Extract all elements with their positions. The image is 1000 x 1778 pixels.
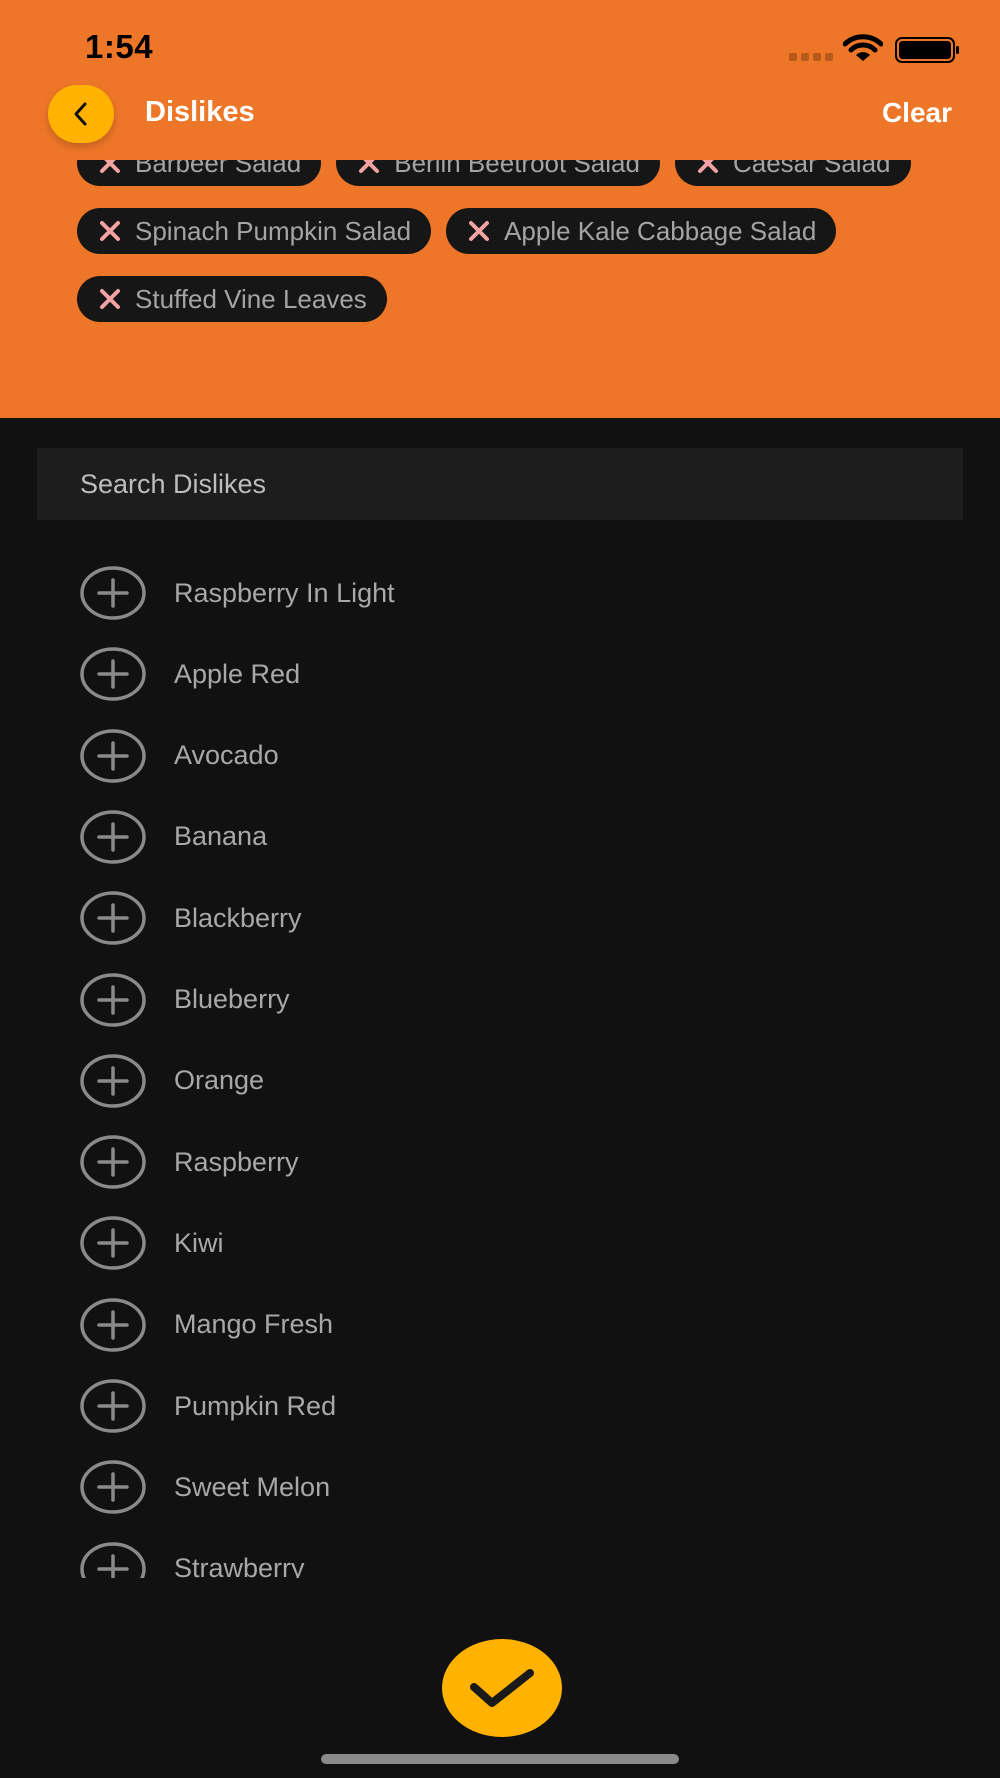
dislike-chip-label: Caesar Salad: [732, 160, 891, 178]
list-item-label: Raspberry In Light: [174, 577, 395, 608]
list-item-label: Avocado: [174, 740, 279, 771]
dislike-chip[interactable]: Caesar Salad: [674, 160, 911, 186]
dislike-chip[interactable]: Spinach Pumpkin Salad: [77, 208, 432, 254]
dislike-chip[interactable]: Apple Kale Cabbage Salad: [446, 208, 837, 254]
battery-icon: [895, 37, 959, 63]
list-item[interactable]: Raspberry: [80, 1132, 920, 1192]
wifi-icon: [843, 34, 883, 61]
close-icon[interactable]: [466, 218, 492, 244]
plus-circle-icon[interactable]: [80, 809, 146, 865]
list-item[interactable]: Blackberry: [80, 888, 920, 948]
search-bar: [37, 448, 963, 520]
close-icon[interactable]: [356, 160, 382, 176]
list-item[interactable]: Sweet Melon: [80, 1457, 920, 1517]
plus-circle-icon[interactable]: [80, 1297, 146, 1353]
dislike-options-list[interactable]: Raspberry In Light Apple Red Avocado Banana…: [0, 556, 1000, 1578]
plus-circle-icon[interactable]: [80, 1459, 146, 1515]
chevron-left-icon: [74, 102, 87, 126]
list-item[interactable]: Blueberry: [80, 970, 920, 1030]
list-item[interactable]: Raspberry In Light: [80, 563, 920, 623]
list-item-label: Mango Fresh: [174, 1309, 334, 1340]
dislike-chip[interactable]: Berlin Beetroot Salad: [336, 160, 660, 186]
list-item[interactable]: Pumpkin Red: [80, 1376, 920, 1436]
plus-circle-icon[interactable]: [80, 728, 146, 784]
confirm-button[interactable]: [442, 1639, 562, 1737]
dislike-chip-label: Stuffed Vine Leaves: [135, 283, 367, 314]
plus-circle-icon[interactable]: [80, 646, 146, 702]
list-item-label: Strawberry: [174, 1553, 305, 1578]
plus-circle-icon[interactable]: [80, 972, 146, 1028]
search-input[interactable]: [37, 448, 963, 520]
close-icon[interactable]: [97, 218, 123, 244]
list-item[interactable]: Banana: [80, 807, 920, 867]
plus-circle-icon[interactable]: [80, 1134, 146, 1190]
plus-circle-icon[interactable]: [80, 1541, 146, 1578]
close-icon[interactable]: [97, 286, 123, 312]
dislike-chip[interactable]: Barbeer Salad: [77, 160, 322, 186]
navigation-bar: Dislikes Clear: [0, 80, 1000, 150]
status-bar: 1:54: [0, 0, 1000, 90]
cellular-signal-icon: [789, 53, 835, 61]
plus-circle-icon[interactable]: [80, 890, 146, 946]
list-item-label: Blueberry: [174, 984, 290, 1014]
list-item-label: Blackberry: [174, 902, 302, 933]
close-icon[interactable]: [97, 160, 123, 176]
dislike-chip[interactable]: Stuffed Vine Leaves: [77, 276, 387, 322]
dislike-chip-label: Berlin Beetroot Salad: [394, 160, 640, 178]
page-title: Dislikes: [145, 96, 255, 128]
back-button[interactable]: [48, 85, 114, 143]
plus-circle-icon[interactable]: [80, 1053, 146, 1109]
dislike-chip-label: Barbeer Salad: [135, 160, 302, 178]
dislike-chip-label: Spinach Pumpkin Salad: [135, 215, 412, 246]
home-indicator: [321, 1754, 679, 1764]
list-item-label: Pumpkin Red: [174, 1390, 337, 1421]
dislike-chip-label: Apple Kale Cabbage Salad: [504, 215, 817, 246]
list-item[interactable]: Apple Red: [80, 644, 920, 704]
selected-dislikes: Barbeer Salad Berlin Beetroot Salad Caesar…: [77, 160, 957, 390]
list-item-label: Banana: [174, 821, 268, 852]
list-item-label: Sweet Melon: [174, 1471, 331, 1502]
list-item-label: Orange: [174, 1065, 265, 1096]
list-item[interactable]: Kiwi: [80, 1213, 920, 1273]
close-icon[interactable]: [695, 160, 721, 176]
list-item-label: Raspberry: [174, 1146, 299, 1177]
plus-circle-icon[interactable]: [80, 1215, 146, 1271]
checkmark-icon: [470, 1669, 534, 1707]
list-item-label: Apple Red: [174, 658, 301, 689]
list-item-label: Kiwi: [174, 1227, 224, 1258]
plus-circle-icon[interactable]: [80, 1378, 146, 1434]
status-time: 1:54: [85, 28, 154, 65]
header: 1:54 Dislikes Clear Barbeer Salad Berlin …: [0, 0, 1000, 418]
list-item[interactable]: Mango Fresh: [80, 1295, 920, 1355]
list-item[interactable]: Orange: [80, 1051, 920, 1111]
clear-button[interactable]: Clear: [882, 97, 952, 129]
plus-circle-icon[interactable]: [80, 565, 146, 621]
list-item[interactable]: Strawberry: [80, 1539, 920, 1578]
list-item[interactable]: Avocado: [80, 726, 920, 786]
